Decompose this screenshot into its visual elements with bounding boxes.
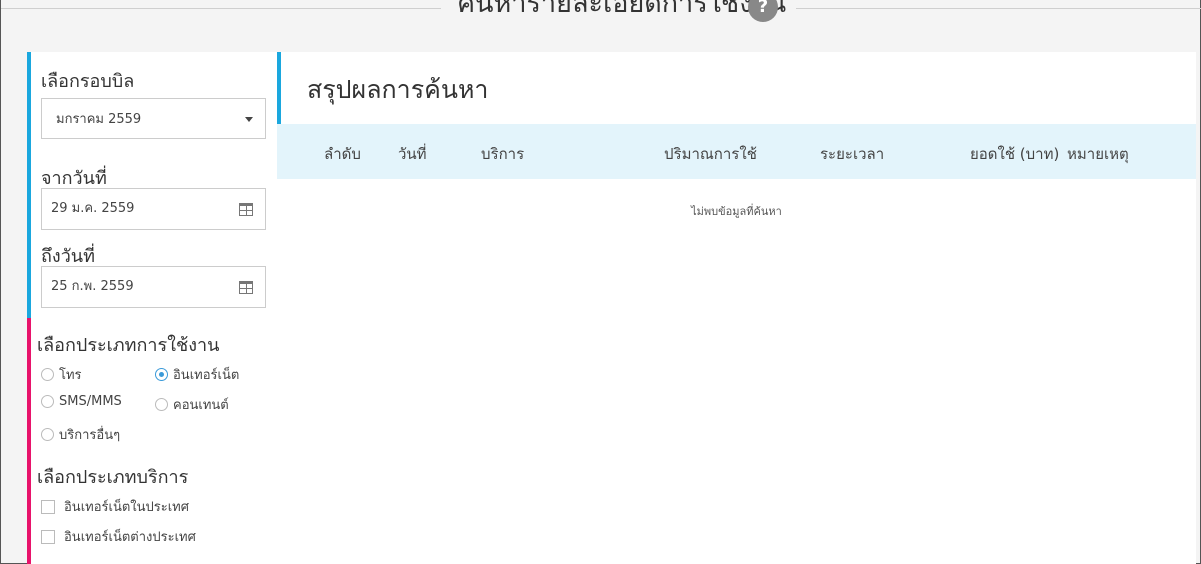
results-table-header: ลำดับ วันที่ บริการ ปริมาณการใช้ ระยะเวล… [277, 124, 1196, 179]
header-divider-right [796, 8, 1201, 9]
radio-icon[interactable] [41, 428, 54, 441]
to-date-input[interactable]: 25 ก.พ. 2559 [41, 266, 266, 308]
bill-cycle-select[interactable]: มกราคม 2559 [41, 98, 266, 139]
column-header-service: บริการ [481, 145, 525, 163]
empty-results-message: ไม่พบข้อมูลที่ค้นหา [691, 205, 782, 218]
usage-type-radio-sms[interactable]: SMS/MMS [41, 394, 122, 409]
column-header-usage: ปริมาณการใช้ [664, 145, 757, 163]
checkbox-icon[interactable] [41, 499, 55, 514]
from-date-input[interactable]: 29 ม.ค. 2559 [41, 188, 266, 230]
service-type-label: เลือกประเภทบริการ [37, 467, 189, 488]
from-date-value: 29 ม.ค. 2559 [51, 201, 135, 216]
to-date-value: 25 ก.พ. 2559 [51, 279, 134, 294]
radio-icon[interactable] [155, 398, 168, 411]
type-filter-section: เลือกประเภทการใช้งาน โทร อินเทอร์เน็ต SM… [27, 318, 277, 564]
usage-type-radio-internet[interactable]: อินเทอร์เน็ต [155, 364, 239, 385]
column-header-date: วันที่ [398, 145, 427, 163]
usage-type-radio-other[interactable]: บริการอื่นๆ [41, 424, 120, 445]
header-divider-left [1, 8, 441, 9]
radio-label: โทร [59, 368, 82, 383]
page-title: ค้นหารายละเอียดการใช้งาน [457, 0, 787, 19]
usage-type-radio-content[interactable]: คอนเทนต์ [155, 394, 229, 415]
date-filter-section: เลือกรอบบิล มกราคม 2559 จากวันที่ 29 ม.ค… [27, 52, 277, 318]
results-panel: สรุปผลการค้นหา ลำดับ วันที่ บริการ ปริมา… [277, 52, 1196, 564]
service-checkbox-international[interactable]: อินเทอร์เน็ตต่างประเทศ [41, 526, 196, 547]
calendar-icon[interactable] [239, 281, 253, 294]
column-header-amount: ยอดใช้ (บาท) [970, 145, 1060, 163]
radio-label: บริการอื่นๆ [59, 428, 121, 443]
results-title: สรุปผลการค้นหา [307, 75, 489, 104]
checkbox-icon[interactable] [41, 529, 55, 544]
column-header-duration: ระยะเวลา [820, 145, 885, 163]
bill-cycle-label: เลือกรอบบิล [41, 71, 135, 92]
column-header-index: ลำดับ [324, 145, 361, 163]
page-header: ค้นหารายละเอียดการใช้งาน ? [1, 0, 1201, 22]
chevron-down-icon [245, 117, 253, 122]
usage-type-label: เลือกประเภทการใช้งาน [37, 335, 220, 356]
radio-icon[interactable] [41, 395, 54, 408]
radio-label: อินเทอร์เน็ต [173, 368, 240, 383]
radio-icon[interactable] [41, 368, 54, 381]
checkbox-label: อินเทอร์เน็ตในประเทศ [64, 500, 189, 515]
radio-label: SMS/MMS [59, 394, 122, 409]
usage-type-radio-call[interactable]: โทร [41, 364, 82, 385]
service-checkbox-domestic[interactable]: อินเทอร์เน็ตในประเทศ [41, 496, 189, 517]
column-header-remark: หมายเหตุ [1067, 145, 1129, 163]
checkbox-label: อินเทอร์เน็ตต่างประเทศ [64, 530, 196, 545]
radio-checked-icon[interactable] [155, 368, 168, 381]
results-title-bar: สรุปผลการค้นหา [277, 52, 1196, 124]
app-frame: ค้นหารายละเอียดการใช้งาน ? เลือกรอบบิล ม… [0, 0, 1201, 564]
search-sidebar: เลือกรอบบิล มกราคม 2559 จากวันที่ 29 ม.ค… [27, 52, 277, 564]
radio-label: คอนเทนต์ [173, 398, 229, 413]
bill-cycle-value: มกราคม 2559 [56, 112, 142, 127]
calendar-icon[interactable] [239, 203, 253, 216]
